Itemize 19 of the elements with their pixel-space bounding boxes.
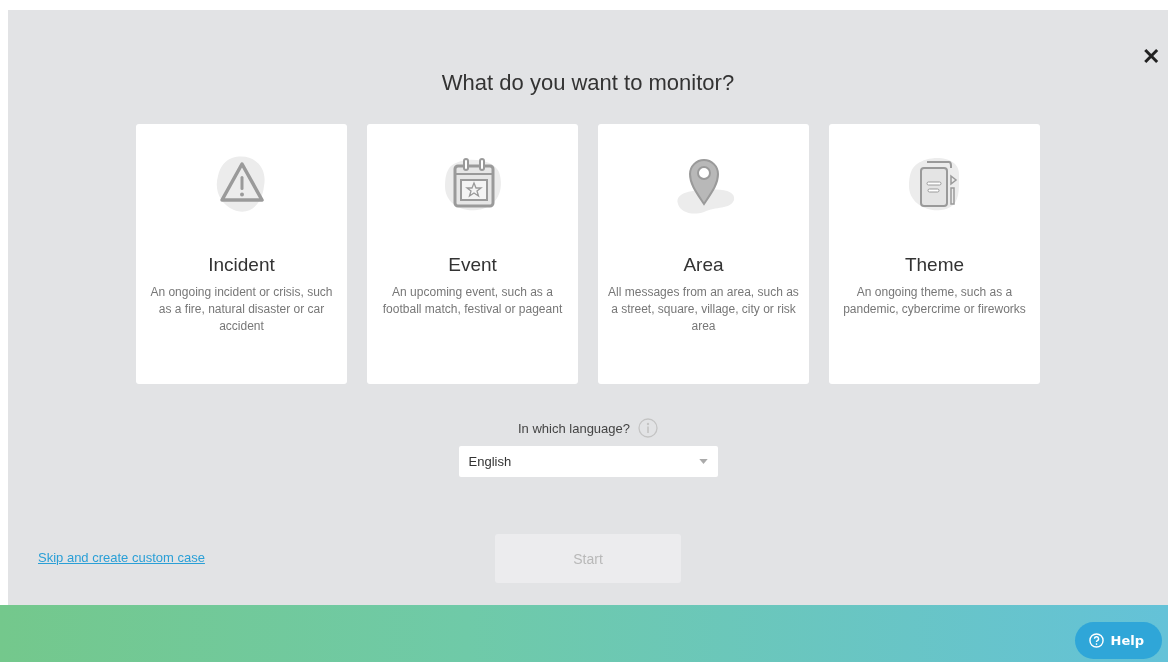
language-label: In which language? (518, 420, 630, 436)
caret-icon (698, 459, 708, 464)
card-title: Area (683, 254, 724, 276)
card-description: All messages from an area, such as a street, square, village, city or risk area (607, 284, 800, 335)
option-card[interactable]: Theme An ongoing theme, such as a pandemic, cybercrime or fireworks (829, 124, 1040, 384)
language-dropdown[interactable]: English (458, 446, 718, 477)
card-description: An ongoing incident or crisis, such as a fire, natural disaster or car accident (149, 284, 334, 335)
card-description: An ongoing theme, such as a pandemic, cybercrime or fireworks (842, 284, 1027, 318)
option-card[interactable]: Area All messages from an area, such as a street, square, village, city or risk area (598, 124, 809, 384)
card-title: Incident (208, 254, 275, 276)
close-button[interactable]: ✕ (1134, 40, 1168, 74)
help-icon (1088, 633, 1104, 648)
card-title: Theme (904, 254, 965, 276)
option-card[interactable]: Event An upcoming event, such as a football match, festival or pageant (367, 124, 578, 384)
dialog-title: What do you want to monitor? (441, 70, 735, 96)
card-title: Event (448, 254, 497, 276)
info-icon[interactable] (638, 418, 658, 438)
card-description: An upcoming event, such as a football match, festival or pageant (381, 284, 564, 318)
option-card[interactable]: Incident An ongoing incident or crisis, such as a fire, natural disaster or car accident (136, 124, 347, 384)
